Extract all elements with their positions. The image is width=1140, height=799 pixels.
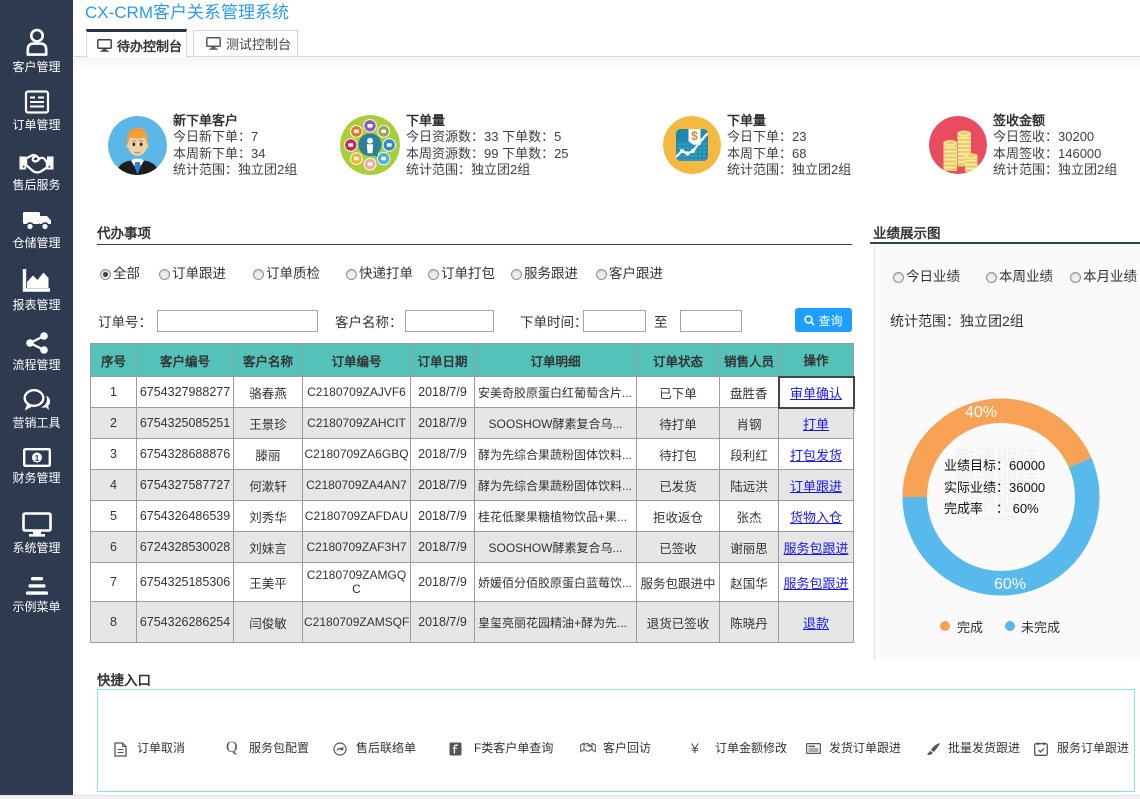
svg-text:$: $ bbox=[691, 129, 698, 143]
svg-text:1: 1 bbox=[34, 453, 39, 463]
